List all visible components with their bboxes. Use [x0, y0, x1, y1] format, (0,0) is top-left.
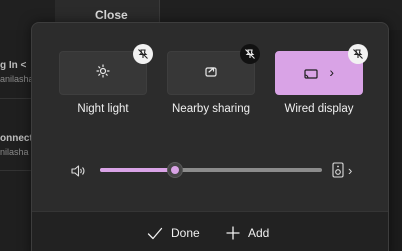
- done-label: Done: [171, 226, 200, 240]
- chevron-right-icon[interactable]: ›: [329, 64, 334, 80]
- volume-slider-thumb[interactable]: [167, 162, 184, 178]
- nearby-sharing-label: Nearby sharing: [172, 103, 250, 115]
- wired-display-label: Wired display: [284, 103, 354, 115]
- background-text: g In <: [0, 60, 27, 71]
- background-text: anilasha: [0, 74, 33, 84]
- plus-icon: [226, 226, 240, 240]
- unpin-icon[interactable]: [348, 44, 368, 64]
- volume-slider[interactable]: [100, 162, 322, 178]
- brightness-icon: [60, 64, 146, 81]
- speaker-icon[interactable]: [70, 164, 86, 178]
- quick-settings-footer: Done Add: [32, 211, 388, 251]
- share-icon: [168, 64, 254, 81]
- unpin-icon[interactable]: [133, 44, 153, 64]
- quick-settings-panel: Night light Nearby sharing › Wired displ…: [31, 22, 389, 251]
- background-text: nilasha: [0, 147, 29, 157]
- background-divider: [0, 98, 33, 99]
- add-button[interactable]: Add: [226, 226, 269, 240]
- chevron-right-icon[interactable]: ›: [348, 163, 352, 178]
- unpin-icon[interactable]: [240, 44, 260, 64]
- background-divider: [0, 170, 33, 171]
- audio-output-device-icon[interactable]: [332, 162, 344, 178]
- checkmark-icon: [147, 227, 163, 239]
- background-text: onnect: [0, 133, 33, 144]
- done-button[interactable]: Done: [147, 226, 200, 240]
- volume-slider-fill: [100, 168, 176, 172]
- night-light-label: Night light: [77, 103, 129, 115]
- background-close-button[interactable]: Close: [95, 8, 128, 22]
- cast-icon: ›: [276, 64, 362, 80]
- add-label: Add: [248, 226, 270, 240]
